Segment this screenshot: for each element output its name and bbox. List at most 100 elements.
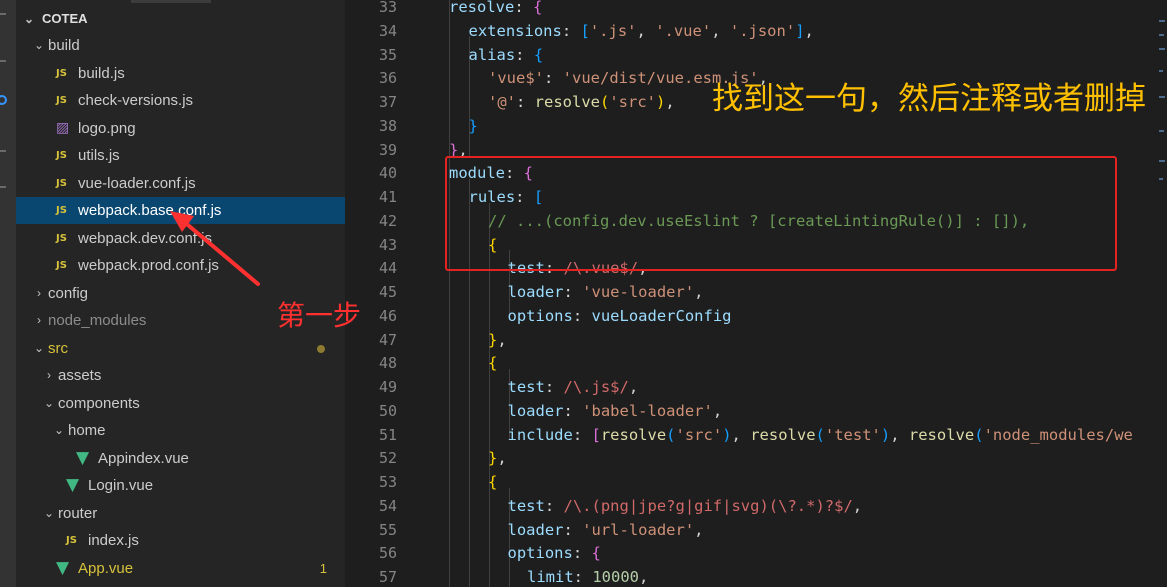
file-build-js[interactable]: JS build.js xyxy=(16,60,345,87)
line-number: 42 xyxy=(378,211,397,230)
tree-item-label: node_modules xyxy=(48,312,147,329)
js-file-icon: JS xyxy=(56,205,67,216)
chevron-down-icon: ⌄ xyxy=(33,340,45,355)
image-file-icon: ▨ xyxy=(56,119,70,136)
line-number: 44 xyxy=(378,259,397,278)
folder-src[interactable]: ⌄ src xyxy=(16,335,345,362)
minimap-line xyxy=(1159,178,1163,180)
code-line[interactable]: options: { xyxy=(508,544,601,562)
line-number: 35 xyxy=(378,45,397,64)
chevron-down-icon: ⌄ xyxy=(43,395,55,410)
file-index-js[interactable]: JS index.js xyxy=(16,527,345,554)
file-logo-png[interactable]: ▨ logo.png xyxy=(16,115,345,142)
code-line[interactable]: loader: 'vue-loader', xyxy=(508,283,704,301)
js-file-icon: JS xyxy=(56,232,67,244)
activity-bar xyxy=(0,0,16,587)
line-number: 57 xyxy=(378,568,397,586)
tree-item-label: utils.js xyxy=(78,147,120,164)
code-line[interactable]: loader: 'url-loader', xyxy=(508,521,704,539)
tree-item-label: home xyxy=(68,422,106,439)
tree-item-label: check-versions.js xyxy=(78,92,194,109)
line-number: 53 xyxy=(378,473,397,491)
activity-item[interactable] xyxy=(0,186,6,188)
js-file-icon: JS xyxy=(56,177,67,189)
code-line[interactable]: }, xyxy=(488,331,507,349)
tree-item-label: logo.png xyxy=(78,119,136,137)
tree-item-label: src xyxy=(48,339,68,357)
minimap[interactable] xyxy=(1157,0,1167,187)
code-line[interactable]: '@': resolve('src'), xyxy=(488,93,675,111)
annotation-arrow xyxy=(170,211,260,286)
tree-item-label: Appindex.vue xyxy=(98,449,189,467)
line-number: 54 xyxy=(378,496,397,515)
line-number: 52 xyxy=(378,449,397,468)
file-vue-loader-conf-js[interactable]: JS vue-loader.conf.js xyxy=(16,170,345,197)
code-line[interactable]: test: /\.js$/, xyxy=(508,378,639,396)
folder-home[interactable]: ⌄ home xyxy=(16,417,345,444)
sidebar-tab-strip xyxy=(131,0,211,3)
minimap-line xyxy=(1159,70,1163,72)
line-number: 49 xyxy=(378,378,397,396)
chevron-right-icon: › xyxy=(37,285,41,300)
vue-file-icon: ▼ xyxy=(56,557,70,578)
tree-item-label: router xyxy=(58,504,98,522)
code-line[interactable]: }, xyxy=(488,449,507,467)
chevron-right-icon: › xyxy=(37,313,41,327)
code-line[interactable]: loader: 'babel-loader', xyxy=(508,402,723,420)
chevron-right-icon: › xyxy=(47,368,51,382)
code-line[interactable]: test: /\.(png|jpe?g|gif|svg)(\?.*)?$/, xyxy=(508,497,863,515)
code-line[interactable]: alias: { xyxy=(469,46,544,64)
file-check-versions-js[interactable]: JS check-versions.js xyxy=(16,87,345,114)
folder-components[interactable]: ⌄ components xyxy=(16,390,345,417)
vue-file-icon: ▼ xyxy=(66,475,80,495)
file-login-vue[interactable]: ▼ Login.vue xyxy=(16,472,345,499)
file-appindex-vue[interactable]: ▼ Appindex.vue xyxy=(16,445,345,472)
code-line[interactable]: { xyxy=(488,354,497,372)
folder-build[interactable]: ⌄ build xyxy=(16,32,345,59)
annotation-instruction: 找到这一句，然后注释或者删掉 xyxy=(712,81,1146,117)
tree-item-label: build.js xyxy=(78,64,125,82)
code-line[interactable]: extensions: ['.js', '.vue', '.json'], xyxy=(469,22,814,40)
problem-count-badge: 1 xyxy=(319,560,327,576)
tree-item-label: assets xyxy=(58,367,102,384)
tree-item-label: index.js xyxy=(88,532,139,549)
line-number: 55 xyxy=(378,520,397,539)
explorer-root-folder[interactable]: ⌄ COTEA xyxy=(16,9,345,29)
folder-router[interactable]: ⌄ router xyxy=(16,500,345,527)
js-file-icon: JS xyxy=(66,535,77,546)
code-line[interactable]: limit: 10000, xyxy=(527,568,648,586)
modified-dot-icon xyxy=(317,344,325,353)
minimap-line xyxy=(1159,160,1165,162)
line-number: 34 xyxy=(378,21,397,40)
code-line[interactable]: include: [resolve('src'), resolve('test'… xyxy=(508,426,1133,444)
chevron-down-icon: ⌄ xyxy=(33,38,45,52)
tree-item-label: build xyxy=(48,37,80,54)
code-line[interactable]: resolve: { xyxy=(449,0,542,16)
minimap-line xyxy=(1159,34,1164,36)
activity-item[interactable] xyxy=(0,60,6,62)
indent-guide xyxy=(449,0,450,587)
line-number: 40 xyxy=(378,164,397,183)
code-line[interactable]: options: vueLoaderConfig xyxy=(508,307,732,325)
minimap-line xyxy=(1159,130,1164,132)
tree-item-label: App.vue xyxy=(78,559,134,577)
code-line[interactable]: { xyxy=(488,473,497,491)
code-line[interactable]: } xyxy=(469,117,478,135)
js-file-icon: JS xyxy=(56,95,67,106)
annotation-highlight-box xyxy=(445,156,1117,271)
js-file-icon: JS xyxy=(56,260,67,271)
line-number: 50 xyxy=(378,401,397,420)
activity-item[interactable] xyxy=(0,150,6,152)
file-utils-js[interactable]: JS utils.js xyxy=(16,142,345,169)
tree-item-label: components xyxy=(58,394,140,412)
source-control-badge-icon[interactable] xyxy=(0,95,7,105)
line-number: 39 xyxy=(378,140,397,159)
minimap-line xyxy=(1159,96,1165,98)
file-app-vue[interactable]: ▼ App.vue 1 xyxy=(16,555,345,582)
line-number: 48 xyxy=(378,354,397,373)
activity-item[interactable] xyxy=(0,13,6,15)
chevron-down-icon: ⌄ xyxy=(23,12,35,26)
tree-item-label: vue-loader.conf.js xyxy=(78,174,196,192)
tree-item-label: config xyxy=(48,284,89,302)
folder-assets[interactable]: › assets xyxy=(16,362,345,389)
